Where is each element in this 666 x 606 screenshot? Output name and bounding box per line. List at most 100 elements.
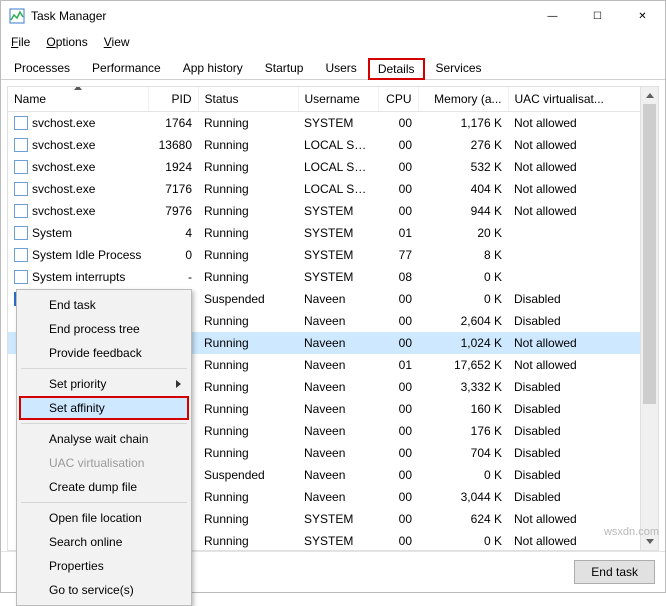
cell-uac: Disabled (508, 376, 658, 398)
ctx-set-priority[interactable]: Set priority (19, 372, 189, 396)
app-icon (9, 8, 25, 24)
cell-memory: 17,652 K (418, 354, 508, 376)
cell-name: svchost.exe (8, 178, 148, 200)
cell-uac (508, 244, 658, 266)
cell-username: SYSTEM (298, 222, 378, 244)
col-pid[interactable]: PID (148, 87, 198, 112)
tab-performance[interactable]: Performance (81, 56, 172, 79)
tab-processes[interactable]: Processes (3, 56, 81, 79)
col-uac[interactable]: UAC virtualisat... (508, 87, 658, 112)
cell-pid: 7176 (148, 178, 198, 200)
menu-view[interactable]: View (96, 32, 138, 52)
minimize-button[interactable]: — (530, 1, 575, 31)
window-title: Task Manager (31, 9, 106, 23)
cell-username: SYSTEM (298, 508, 378, 530)
col-status[interactable]: Status (198, 87, 298, 112)
cell-status: Running (198, 354, 298, 376)
title-bar: Task Manager — ☐ ✕ (1, 1, 665, 31)
cell-username: SYSTEM (298, 530, 378, 551)
cell-status: Running (198, 112, 298, 135)
tab-services[interactable]: Services (425, 56, 493, 79)
cell-status: Running (198, 332, 298, 354)
table-row[interactable]: System Idle Process0RunningSYSTEM778 K (8, 244, 658, 266)
ctx-open-file-location[interactable]: Open file location (19, 506, 189, 530)
scroll-track[interactable] (641, 104, 658, 533)
ctx-uac-virtualisation: UAC virtualisation (19, 451, 189, 475)
cell-pid: 0 (148, 244, 198, 266)
ctx-analyse-wait-chain[interactable]: Analyse wait chain (19, 427, 189, 451)
table-row[interactable]: svchost.exe7976RunningSYSTEM00944 KNot a… (8, 200, 658, 222)
cell-memory: 944 K (418, 200, 508, 222)
cell-memory: 160 K (418, 398, 508, 420)
cell-uac: Disabled (508, 442, 658, 464)
ctx-properties[interactable]: Properties (19, 554, 189, 578)
ctx-create-dump-file[interactable]: Create dump file (19, 475, 189, 499)
cell-memory: 0 K (418, 464, 508, 486)
vertical-scrollbar[interactable] (640, 87, 658, 550)
table-row[interactable]: svchost.exe1764RunningSYSTEM001,176 KNot… (8, 112, 658, 135)
col-username[interactable]: Username (298, 87, 378, 112)
maximize-button[interactable]: ☐ (575, 1, 620, 31)
ctx-set-affinity[interactable]: Set affinity (19, 396, 189, 420)
table-row[interactable]: svchost.exe1924RunningLOCAL SE...00532 K… (8, 156, 658, 178)
cell-username: Naveen (298, 464, 378, 486)
cell-status: Running (198, 442, 298, 464)
cell-name: System (8, 222, 148, 244)
end-task-button[interactable]: End task (574, 560, 655, 584)
table-row[interactable]: svchost.exe13680RunningLOCAL SE...00276 … (8, 134, 658, 156)
table-row[interactable]: svchost.exe7176RunningLOCAL SE...00404 K… (8, 178, 658, 200)
process-icon (14, 204, 28, 218)
tab-app-history[interactable]: App history (172, 56, 254, 79)
cell-memory: 704 K (418, 442, 508, 464)
menu-file[interactable]: File (3, 32, 38, 52)
scroll-down-button[interactable] (641, 533, 658, 550)
col-cpu[interactable]: CPU (378, 87, 418, 112)
cell-status: Running (198, 266, 298, 288)
scroll-up-button[interactable] (641, 87, 658, 104)
scroll-thumb[interactable] (643, 104, 656, 404)
cell-name: svchost.exe (8, 156, 148, 178)
cell-uac: Disabled (508, 464, 658, 486)
cell-status: Running (198, 508, 298, 530)
cell-uac: Not allowed (508, 156, 658, 178)
cell-memory: 624 K (418, 508, 508, 530)
process-icon (14, 160, 28, 174)
cell-pid: 1924 (148, 156, 198, 178)
cell-cpu: 00 (378, 420, 418, 442)
table-row[interactable]: System4RunningSYSTEM0120 K (8, 222, 658, 244)
cell-memory: 0 K (418, 288, 508, 310)
ctx-end-process-tree[interactable]: End process tree (19, 317, 189, 341)
col-name[interactable]: Name (8, 87, 148, 112)
chevron-down-icon (646, 539, 654, 544)
cell-username: Naveen (298, 288, 378, 310)
menu-options[interactable]: Options (38, 32, 95, 52)
sort-asc-icon (74, 86, 82, 90)
cell-uac: Disabled (508, 486, 658, 508)
cell-cpu: 77 (378, 244, 418, 266)
tab-startup[interactable]: Startup (254, 56, 315, 79)
table-row[interactable]: System interrupts-RunningSYSTEM080 K (8, 266, 658, 288)
tab-details[interactable]: Details (368, 58, 425, 80)
ctx-end-task[interactable]: End task (19, 293, 189, 317)
cell-name: svchost.exe (8, 134, 148, 156)
col-memory[interactable]: Memory (a... (418, 87, 508, 112)
close-button[interactable]: ✕ (620, 1, 665, 31)
ctx-separator (21, 368, 187, 369)
ctx-provide-feedback[interactable]: Provide feedback (19, 341, 189, 365)
cell-uac: Not allowed (508, 508, 658, 530)
cell-cpu: 00 (378, 332, 418, 354)
cell-status: Running (198, 244, 298, 266)
cell-status: Running (198, 530, 298, 551)
cell-username: Naveen (298, 486, 378, 508)
ctx-go-to-services[interactable]: Go to service(s) (19, 578, 189, 602)
cell-memory: 20 K (418, 222, 508, 244)
tab-users[interactable]: Users (314, 56, 367, 79)
cell-cpu: 00 (378, 442, 418, 464)
cell-uac: Disabled (508, 288, 658, 310)
cell-name: svchost.exe (8, 200, 148, 222)
cell-status: Running (198, 222, 298, 244)
cell-cpu: 00 (378, 134, 418, 156)
cell-cpu: 00 (378, 486, 418, 508)
ctx-search-online[interactable]: Search online (19, 530, 189, 554)
process-icon (14, 116, 28, 130)
